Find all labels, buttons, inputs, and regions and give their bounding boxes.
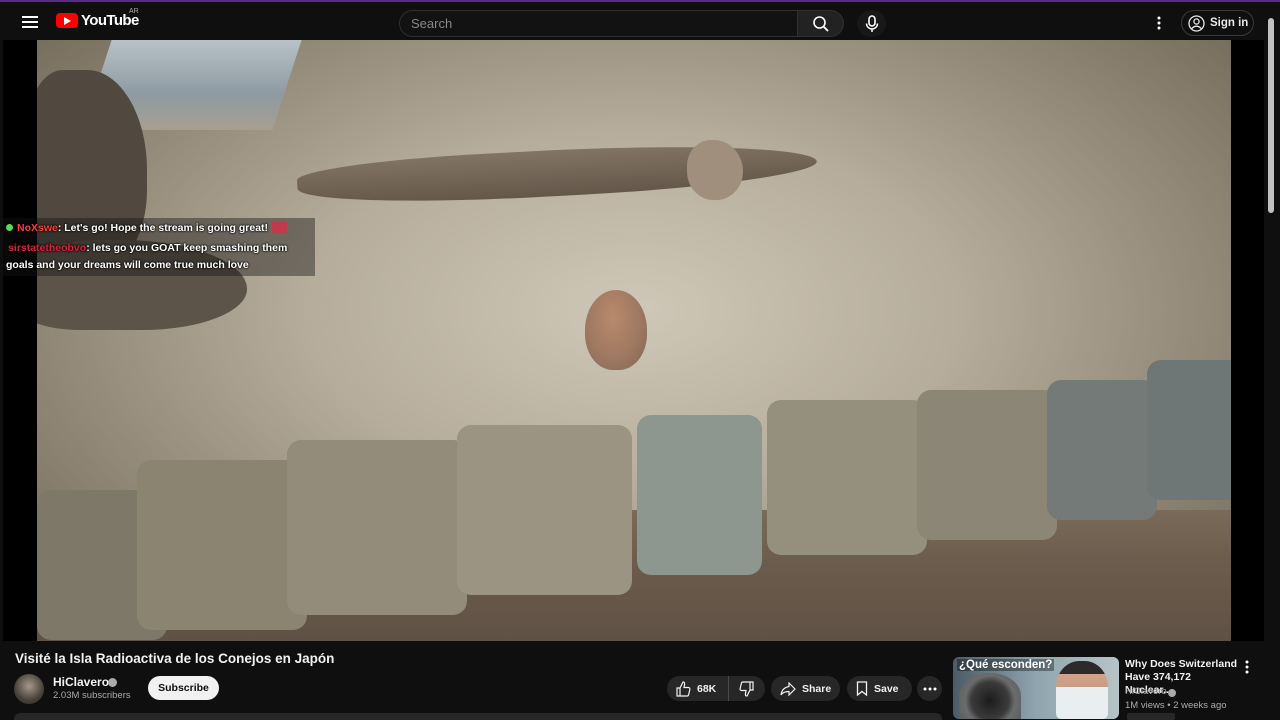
page-scrollbar[interactable] bbox=[1266, 0, 1276, 720]
chat-message-continuation: goals and your dreams will come true muc… bbox=[6, 259, 249, 271]
more-vert-icon bbox=[1157, 16, 1161, 30]
recommended-channel-name[interactable]: HiClavero bbox=[1125, 686, 1167, 697]
save-label: Save bbox=[874, 682, 899, 695]
more-horiz-icon bbox=[923, 687, 936, 690]
channel-name[interactable]: HiClavero bbox=[53, 675, 109, 689]
subscribe-button[interactable]: Subscribe bbox=[148, 676, 219, 700]
chat-message: NoXswe: Let's go! Hope the stream is goi… bbox=[6, 221, 288, 234]
recommended-video-menu-button[interactable] bbox=[1241, 659, 1253, 675]
thumbs-down-icon bbox=[739, 680, 754, 697]
search-input[interactable]: Search bbox=[399, 10, 798, 37]
menu-button[interactable] bbox=[18, 11, 42, 33]
voice-search-button[interactable] bbox=[857, 10, 886, 37]
country-code: AR bbox=[129, 8, 139, 15]
thumbs-up-icon bbox=[676, 680, 691, 697]
more-actions-button[interactable] bbox=[917, 676, 942, 701]
youtube-play-icon bbox=[56, 13, 78, 28]
video-rabbit bbox=[687, 140, 743, 200]
description-box[interactable] bbox=[14, 713, 942, 720]
menu-icon bbox=[22, 16, 38, 28]
chat-emote-icon bbox=[272, 221, 288, 233]
like-dislike-group: 68K bbox=[667, 676, 765, 701]
like-count: 68K bbox=[697, 682, 717, 695]
live-chat-overlay: NoXswe: Let's go! Hope the stream is goi… bbox=[3, 218, 315, 276]
channel-avatar[interactable] bbox=[14, 674, 44, 704]
chat-text: : Let's go! Hope the stream is going gre… bbox=[57, 222, 269, 234]
mic-icon bbox=[865, 14, 878, 32]
share-icon bbox=[780, 681, 796, 696]
youtube-logo[interactable]: YouTube AR bbox=[56, 8, 139, 29]
more-vert-icon bbox=[1245, 660, 1249, 674]
sign-in-label: Sign in bbox=[1210, 17, 1249, 29]
share-label: Share bbox=[802, 682, 832, 695]
recommended-video-thumbnail[interactable]: ¿Qué esconden? bbox=[953, 657, 1119, 719]
search-icon bbox=[812, 15, 829, 32]
recommended-video-meta: 1M views • 2 weeks ago bbox=[1125, 700, 1227, 711]
chat-text: : lets go you GOAT keep smashing them bbox=[86, 242, 288, 254]
chat-username: sirstatetheobvo bbox=[8, 242, 87, 254]
subscriber-count: 2.03M subscribers bbox=[53, 690, 131, 701]
sign-in-button[interactable]: Sign in bbox=[1181, 10, 1254, 36]
video-player[interactable]: NoXswe: Let's go! Hope the stream is goi… bbox=[3, 40, 1264, 641]
recommended-video-badge bbox=[1127, 713, 1175, 720]
chat-message: sirstatetheobvo: lets go you GOAT keep s… bbox=[8, 242, 287, 254]
video-stone-wall bbox=[37, 340, 1231, 640]
like-button[interactable]: 68K bbox=[667, 676, 729, 701]
video-title: Visité la Isla Radioactiva de los Conejo… bbox=[15, 651, 335, 666]
save-button[interactable]: Save bbox=[847, 676, 912, 701]
chat-username: NoXswe bbox=[17, 222, 58, 234]
thumbnail-text: ¿Qué esconden? bbox=[957, 659, 1055, 671]
thumbnail-tunnel bbox=[959, 673, 1021, 719]
verified-icon bbox=[1168, 689, 1176, 697]
verified-icon bbox=[108, 678, 117, 687]
account-icon bbox=[1188, 14, 1205, 32]
online-status-icon bbox=[6, 224, 13, 231]
dislike-button[interactable] bbox=[729, 676, 765, 701]
thumbnail-person bbox=[1056, 661, 1108, 719]
top-bar: YouTube AR Search Sign in bbox=[0, 0, 1280, 40]
video-frame bbox=[37, 40, 1231, 641]
share-button[interactable]: Share bbox=[771, 676, 840, 701]
bookmark-icon bbox=[856, 681, 868, 696]
settings-menu-button[interactable] bbox=[1152, 13, 1166, 33]
scrollbar-thumb[interactable] bbox=[1268, 18, 1274, 213]
search-button[interactable] bbox=[797, 10, 844, 37]
